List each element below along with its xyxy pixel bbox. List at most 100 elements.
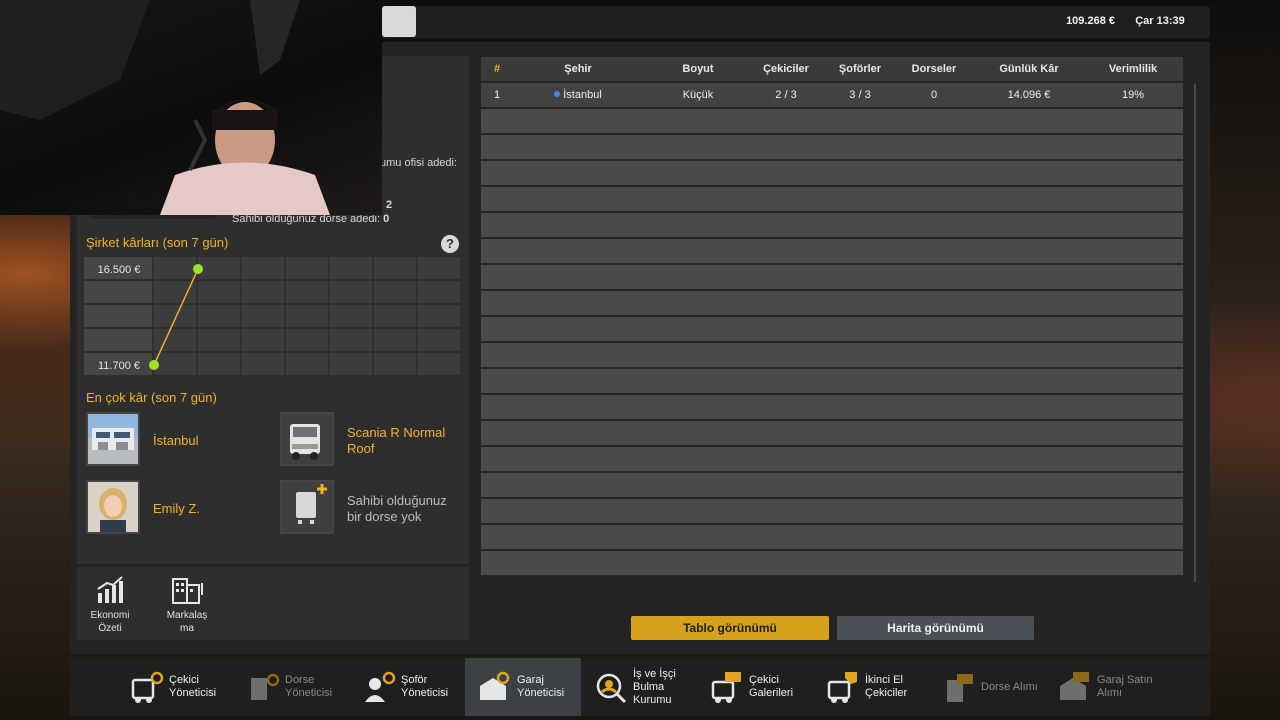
- top-driver-name[interactable]: Emily Z.: [153, 501, 200, 516]
- empty-table-row: [481, 265, 1183, 289]
- nav-trailer-manager[interactable]: Dorse Yöneticisi: [233, 658, 349, 716]
- bar-chart-icon: [97, 576, 123, 603]
- branding-label-2: ma: [180, 623, 194, 634]
- nav-garage-purchase[interactable]: Garaj Satın Alımı: [1045, 658, 1161, 716]
- game-clock: Çar 13:39: [1135, 15, 1185, 27]
- chart-grid-cell: [242, 305, 284, 327]
- nav-garage-manager[interactable]: Garaj Yöneticisi: [465, 658, 581, 716]
- nav-label: Dorse Yöneticisi: [285, 658, 349, 716]
- trailer-icon: [296, 484, 327, 524]
- nav-label-line1: Çekici: [749, 674, 779, 686]
- company-submenu: Ekonomi Özeti Markalaş ma: [77, 567, 469, 640]
- streamer-webcam-image: [0, 0, 330, 215]
- chart-grid-cell: [242, 257, 284, 279]
- chart-y-tick-label: 16.500 €: [98, 264, 141, 276]
- chart-grid-cell: [330, 353, 372, 375]
- nav-label: Garaj Yöneticisi: [517, 658, 581, 716]
- empty-table-row: [481, 499, 1183, 523]
- nav-label-line2: Bulma: [633, 680, 665, 693]
- chart-data-point[interactable]: [193, 264, 203, 274]
- economy-summary-label-2: Özeti: [98, 623, 122, 634]
- empty-table-row: [481, 395, 1183, 419]
- nav-label: Çekici Galerileri: [749, 658, 813, 716]
- nav-label-line2: Yöneticisi: [169, 687, 217, 699]
- nav-label: İkinci El Çekiciler: [865, 658, 929, 716]
- nav-label: Çekici Yöneticisi: [169, 658, 233, 716]
- col-daily-profit[interactable]: Günlük Kâr: [981, 57, 1077, 81]
- table-view-button[interactable]: Tablo görünümü: [631, 616, 829, 640]
- chart-grid-cell: [330, 257, 372, 279]
- truck-dealers-icon: [711, 672, 741, 703]
- trailer-empty-line1: Sahibi olduğunuz: [347, 493, 447, 508]
- help-icon[interactable]: ?: [441, 235, 459, 253]
- col-efficiency[interactable]: Verimlilik: [1087, 57, 1179, 81]
- chart-grid-cell: [418, 305, 460, 327]
- garage-table: # Şehir Boyut Çekiciler Şoförler Dorsele…: [481, 57, 1183, 575]
- empty-table-row: [481, 421, 1183, 445]
- top-city-name[interactable]: İstanbul: [153, 433, 199, 448]
- chart-data-point[interactable]: [149, 360, 159, 370]
- chart-grid-cell: [242, 353, 284, 375]
- empty-table-row: [481, 551, 1183, 575]
- nav-trailer-purchase[interactable]: Dorse Alımı: [929, 658, 1045, 716]
- cell-trailers: 0: [930, 89, 938, 101]
- empty-table-row: [481, 291, 1183, 315]
- office-count-label: umu ofisi adedi:: [380, 157, 458, 169]
- economy-summary-label-1: Ekonomi: [90, 610, 130, 621]
- trailer-thumbnail[interactable]: [280, 480, 334, 534]
- empty-table-row: [481, 187, 1183, 211]
- top-menu-button[interactable]: [382, 6, 416, 37]
- branding-button[interactable]: Markalaş ma: [152, 575, 222, 635]
- empty-table-row: [481, 109, 1183, 133]
- top-truck-name[interactable]: Scania R Normal Roof: [347, 425, 445, 457]
- chart-grid-cell: [374, 281, 416, 303]
- nav-truck-dealers[interactable]: Çekici Galerileri: [697, 658, 813, 716]
- empty-table-row: [481, 447, 1183, 471]
- nav-label-line2: Yöneticisi: [401, 687, 449, 699]
- chart-grid-cell: [374, 329, 416, 351]
- col-number[interactable]: #: [481, 57, 513, 81]
- chart-grid-cell: [330, 281, 372, 303]
- empty-table-row: [481, 343, 1183, 367]
- driver-manager-icon: [365, 671, 396, 702]
- empty-rows: [481, 109, 1183, 575]
- chart-grid-cell: [84, 281, 152, 303]
- chart-grid-cell: [154, 257, 196, 279]
- chart-grid-cell: [418, 281, 460, 303]
- nav-label-line2: Çekiciler: [865, 687, 908, 699]
- table-scrollbar[interactable]: [1194, 84, 1196, 582]
- nav-driver-manager[interactable]: Şoför Yöneticisi: [349, 658, 465, 716]
- driver-avatar: [88, 482, 138, 532]
- nav-label: Garaj Satın Alımı: [1097, 658, 1161, 716]
- empty-table-row: [481, 369, 1183, 393]
- empty-table-row: [481, 525, 1183, 549]
- col-size[interactable]: Boyut: [653, 57, 743, 81]
- chart-grid-cell: [154, 329, 196, 351]
- table-row[interactable]: 1 İstanbul Küçük 2 / 3 3 / 3 0 14.096 € …: [481, 83, 1183, 107]
- cell-city: İstanbul: [533, 83, 623, 107]
- branding-label-1: Markalaş: [166, 610, 208, 621]
- trailer-purchase-icon: [947, 674, 973, 702]
- economy-summary-button[interactable]: Ekonomi Özeti: [75, 575, 145, 635]
- chart-grid-cell: [286, 329, 328, 351]
- col-city[interactable]: Şehir: [533, 57, 623, 81]
- chart-grid-cell: [84, 305, 152, 327]
- nav-used-trucks[interactable]: İkinci El Çekiciler: [813, 658, 929, 716]
- empty-table-row: [481, 239, 1183, 263]
- chart-grid-cell: [198, 281, 240, 303]
- nav-label-line1: Garaj Satın: [1097, 674, 1153, 686]
- chart-grid-cell: [330, 329, 372, 351]
- nav-label-line1: Çekici: [169, 674, 199, 686]
- chart-grid-cell: [154, 281, 196, 303]
- chart-grid-cell: [198, 257, 240, 279]
- empty-table-row: [481, 161, 1183, 185]
- truck-icon: [290, 424, 320, 460]
- nav-label-line1: Dorse Alımı: [981, 680, 1038, 693]
- nav-truck-manager[interactable]: Çekici Yöneticisi: [117, 658, 233, 716]
- city-marker-icon: [554, 91, 561, 98]
- map-view-button[interactable]: Harita görünümü: [837, 616, 1034, 640]
- chart-grid-cell: [286, 257, 328, 279]
- nav-label: İş ve İşçi Bulma Kurumu: [633, 658, 697, 716]
- col-trailers[interactable]: Dorseler: [889, 57, 979, 81]
- nav-recruitment-agency[interactable]: İş ve İşçi Bulma Kurumu: [581, 658, 697, 716]
